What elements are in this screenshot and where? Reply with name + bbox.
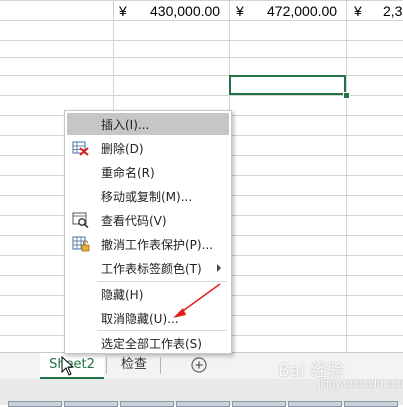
row-line [0,57,403,58]
cell-value[interactable]: 472,000.00 [267,3,337,19]
menu-item-hide[interactable]: 隐藏(H) [67,283,229,305]
cell-value[interactable]: 2,3 [383,3,402,19]
unprotect-sheet-icon [72,236,90,252]
fill-handle[interactable] [343,92,350,99]
plus-circle-icon[interactable] [191,357,207,373]
menu-item-view-code[interactable]: 查看代码(V) [67,209,229,231]
currency-symbol: ¥ [119,3,127,19]
tab-divider [106,357,107,374]
sheet-tab-check[interactable]: 检查 [110,353,158,377]
menu-item-select-all-sheets[interactable]: 选定全部工作表(S) [67,332,229,354]
delete-sheet-icon [72,141,89,156]
taskbar-item[interactable] [176,401,230,407]
submenu-arrow-icon [217,264,221,272]
row-line [0,0,403,1]
taskbar-item[interactable] [120,401,174,407]
menu-item-move-copy[interactable]: 移动或复制(M)... [67,185,229,207]
menu-separator [97,281,227,282]
taskbar-item[interactable] [8,401,62,407]
currency-symbol: ¥ [236,3,244,19]
menu-item-insert[interactable]: 插入(I)... [67,113,229,135]
sheet-context-menu: 插入(I)... 删除(D) 重命名(R) 移动或复制(M)... 查看代码(V… [64,110,232,354]
view-code-icon [72,212,89,228]
selected-cell[interactable] [229,75,346,95]
column-line [346,0,347,352]
mouse-cursor-icon [61,356,75,376]
cell-value[interactable]: 430,000.00 [150,3,220,19]
tab-divider [160,357,161,374]
menu-item-tab-color[interactable]: 工作表标签颜色(T) [67,257,229,279]
watermark-url: jingyan.baidu.com [318,378,403,390]
taskbar-item[interactable] [232,401,286,407]
taskbar-item[interactable] [288,401,342,407]
taskbar-item[interactable] [344,401,398,407]
menu-item-unprotect-sheet[interactable]: 撤消工作表保护(P)... [67,233,229,255]
menu-item-rename[interactable]: 重命名(R) [67,161,229,183]
currency-symbol: ¥ [354,3,362,19]
menu-item-unhide[interactable]: 取消隐藏(U)... [67,307,229,329]
row-line [0,40,403,41]
row-line [0,20,403,21]
menu-item-delete[interactable]: 删除(D) [67,137,229,159]
taskbar-item[interactable] [64,401,118,407]
menu-separator [97,330,227,331]
